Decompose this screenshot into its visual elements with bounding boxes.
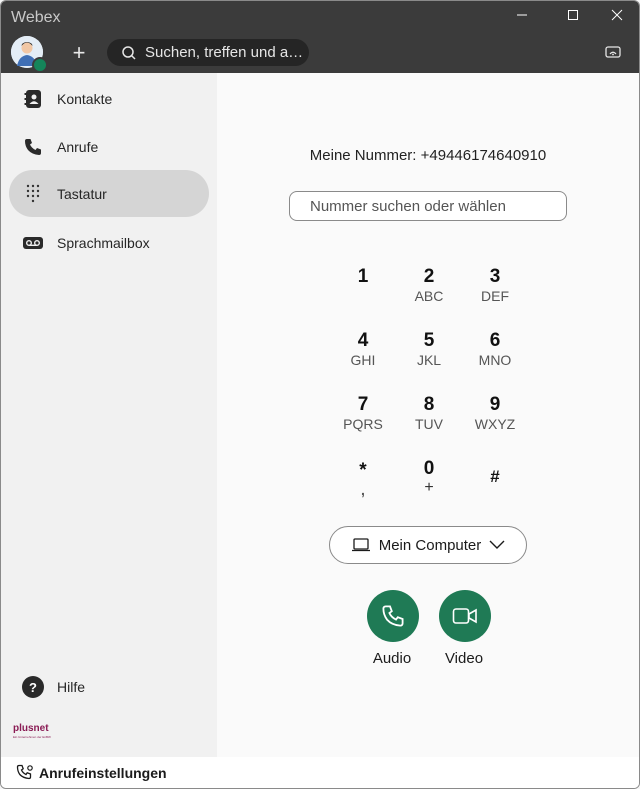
voicemail-icon [21,231,45,255]
sidebar-item-label: Tastatur [57,185,107,202]
phone-icon [382,605,404,627]
search-placeholder: Suchen, treffen und an... [145,44,305,61]
minimize-button[interactable] [500,5,544,25]
sidebar-item-kontakte[interactable]: Kontakte [9,75,209,122]
key-letters: MNO [478,352,512,368]
key-digit: 4 [357,330,369,351]
add-button[interactable]: + [65,39,93,67]
presence-status-icon [32,57,48,73]
key-letters: + [424,479,434,496]
help-button[interactable]: ? Hilfe [9,673,209,701]
key-hash[interactable]: # [465,466,525,514]
brand-tagline: Ein Unternehmen der EnBW [13,735,51,739]
key-digit: 9 [489,394,501,415]
dial-search-field[interactable] [289,191,567,221]
key-digit: 5 [423,330,435,351]
audio-device-selector[interactable]: Mein Computer [329,526,527,564]
dialpad-panel: Meine Nummer: +49446174640910 1 2 ABC 3 … [217,73,639,757]
key-8[interactable]: 8 TUV [399,394,459,442]
key-letters: TUV [415,416,443,432]
audio-call-button[interactable] [367,590,419,642]
sidebar-item-tastatur[interactable]: Tastatur [9,170,209,217]
key-letters: PQRS [343,416,383,432]
key-3[interactable]: 3 DEF [465,266,525,314]
search-bar[interactable]: Suchen, treffen und an... [107,39,309,66]
sidebar-item-sprachmailbox[interactable]: Sprachmailbox [9,219,209,266]
key-digit: * [359,460,367,481]
key-2[interactable]: 2 ABC [399,266,459,314]
contacts-icon [21,87,45,111]
title-bar: Webex + Suchen, treffen und an... [1,1,639,73]
device-label: Mein Computer [378,536,482,554]
key-digit: 1 [357,266,369,287]
key-digit: 3 [489,266,501,287]
key-star[interactable]: * , [333,460,393,508]
sidebar: Kontakte Anrufe Tastatur Sprachmailbox ?… [1,73,217,757]
sidebar-item-label: Anrufe [57,138,99,155]
dialpad-icon [21,182,45,206]
close-icon [611,9,623,21]
sidebar-item-label: Sprachmailbox [57,234,150,251]
my-number-label: Meine Nummer: +49446174640910 [309,147,547,164]
help-label: Hilfe [57,679,86,695]
key-digit: 6 [489,330,501,351]
key-1[interactable]: 1 [333,266,393,314]
key-digit: 0 [423,458,435,479]
call-settings-label: Anrufeinstellungen [39,764,167,781]
key-letters: DEF [481,288,509,304]
key-5[interactable]: 5 JKL [399,330,459,378]
key-digit: 7 [357,394,369,415]
key-digit: # [490,467,500,486]
call-settings-icon [16,764,34,782]
key-7[interactable]: 7 PQRS [333,394,393,442]
key-letters: JKL [416,352,442,368]
app-title: Webex [11,9,61,26]
call-settings-bar[interactable]: Anrufeinstellungen [1,757,639,788]
key-digit: 8 [423,394,435,415]
sidebar-item-label: Kontakte [57,90,113,107]
chevron-down-icon [489,540,505,549]
brand-name: plusnet [13,723,49,734]
key-letters: WXYZ [474,416,516,432]
webex-window: Webex + Suchen, treffen und an... Kontak… [0,0,640,789]
key-9[interactable]: 9 WXYZ [465,394,525,442]
maximize-button[interactable] [551,5,595,25]
audio-call-label: Audio [372,650,412,667]
key-6[interactable]: 6 MNO [465,330,525,378]
phone-icon [21,135,45,159]
brand-logo: plusnet Ein Unternehmen der EnBW [13,723,57,739]
key-digit: 2 [423,266,435,287]
video-camera-icon [452,608,477,624]
sidebar-item-anrufe[interactable]: Anrufe [9,123,209,170]
dial-search-input[interactable] [308,196,552,216]
key-4[interactable]: 4 GHI [333,330,393,378]
key-letters: , [361,482,365,498]
proximity-connect-button[interactable] [601,41,625,63]
video-call-button[interactable] [439,590,491,642]
key-letters: ABC [414,288,444,304]
key-letters: GHI [350,352,376,368]
user-avatar[interactable] [11,36,48,73]
maximize-icon [568,10,578,20]
minimize-icon [517,14,527,16]
cast-icon [605,46,621,58]
video-call-label: Video [444,650,484,667]
key-0[interactable]: 0 + [399,458,459,506]
search-icon [122,45,136,60]
laptop-icon [351,538,370,552]
close-button[interactable] [595,5,639,25]
help-icon: ? [22,676,44,698]
